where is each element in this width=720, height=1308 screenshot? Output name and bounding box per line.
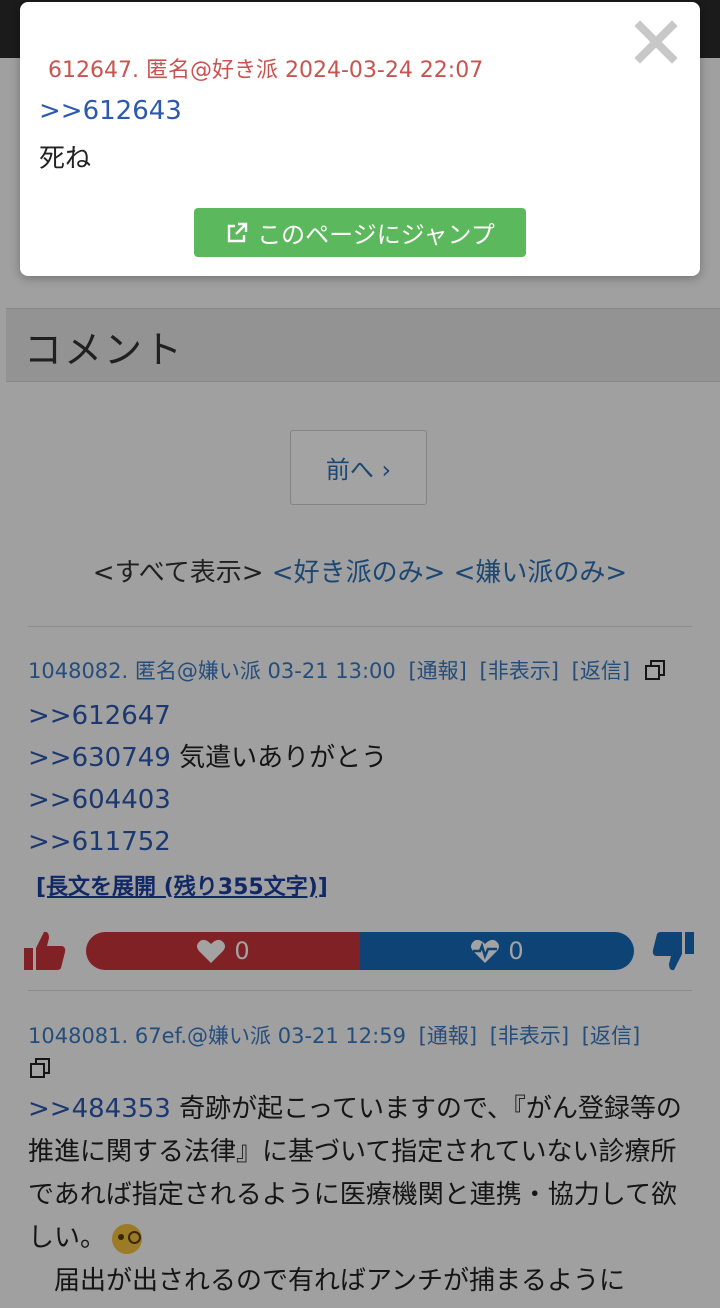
jump-to-page-button[interactable]: このページにジャンプ bbox=[194, 208, 526, 257]
quote-popup: 612647. 匿名@好き派 2024-03-24 22:07 >>612643… bbox=[20, 2, 700, 276]
popup-comment-text: 死ね bbox=[39, 144, 92, 174]
external-link-icon bbox=[227, 222, 248, 242]
popup-comment-meta: 612647. 匿名@好き派 2024-03-24 22:07 bbox=[48, 58, 484, 83]
popup-reply-anchor[interactable]: >>612643 bbox=[39, 96, 182, 126]
jump-button-label: このページにジャンプ bbox=[257, 221, 495, 249]
close-icon[interactable] bbox=[634, 20, 678, 64]
